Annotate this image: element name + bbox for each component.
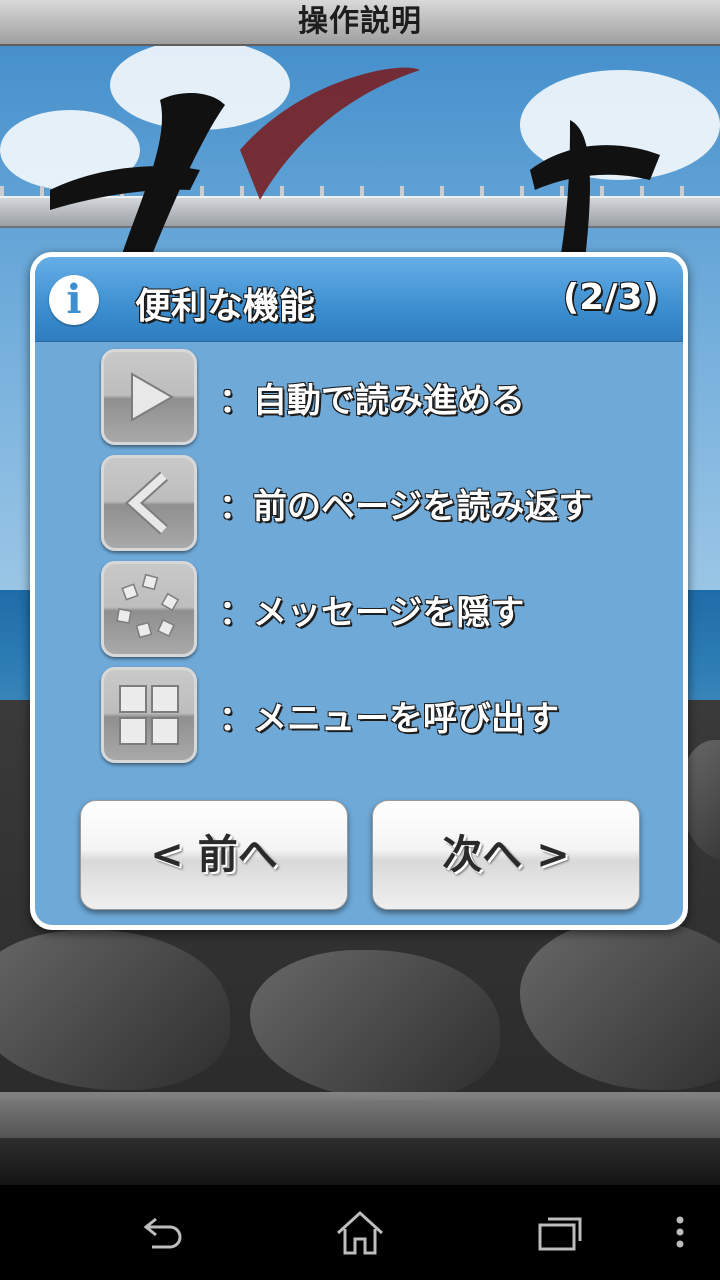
next-button[interactable]: 次へ > [372,800,640,910]
header-bar: 操作説明 [0,0,720,46]
menu-grid-icon [101,667,197,763]
recents-icon[interactable] [530,1205,590,1260]
info-icon: i [49,275,99,325]
back-chevron-icon [101,455,197,551]
dialog-title: 便利な機能 [135,286,316,327]
dialog-header: i 便利な機能 (2/3) [35,257,683,342]
system-nav-bar [0,1185,720,1280]
feature-row-backlog: ：前のページを読み返す [101,455,681,555]
help-dialog: i 便利な機能 (2/3) ：自動で読み進める ：前のページを読み返す ：メッセ… [30,252,688,930]
play-icon [101,349,197,445]
bottom-bar [0,1092,720,1138]
bottom-bar-dark [0,1138,720,1185]
page-indicator: (2/3) [562,277,659,318]
prev-button[interactable]: < 前へ [80,800,348,910]
feature-label: ：メッセージを隠す [219,593,525,633]
feature-row-hide-message: ：メッセージを隠す [101,561,681,661]
feature-row-menu: ：メニューを呼び出す [101,667,681,767]
feature-row-auto-read: ：自動で読み進める [101,349,681,449]
feature-label: ：前のページを読み返す [219,487,593,527]
overflow-menu-icon[interactable] [660,1205,700,1260]
back-icon[interactable] [130,1205,190,1260]
page-title: 操作説明 [298,4,422,39]
feature-label: ：自動で読み進める [219,381,525,421]
hide-message-icon [101,561,197,657]
home-icon[interactable] [330,1205,390,1260]
feature-label: ：メニューを呼び出す [219,699,559,739]
title-logo [50,67,660,260]
